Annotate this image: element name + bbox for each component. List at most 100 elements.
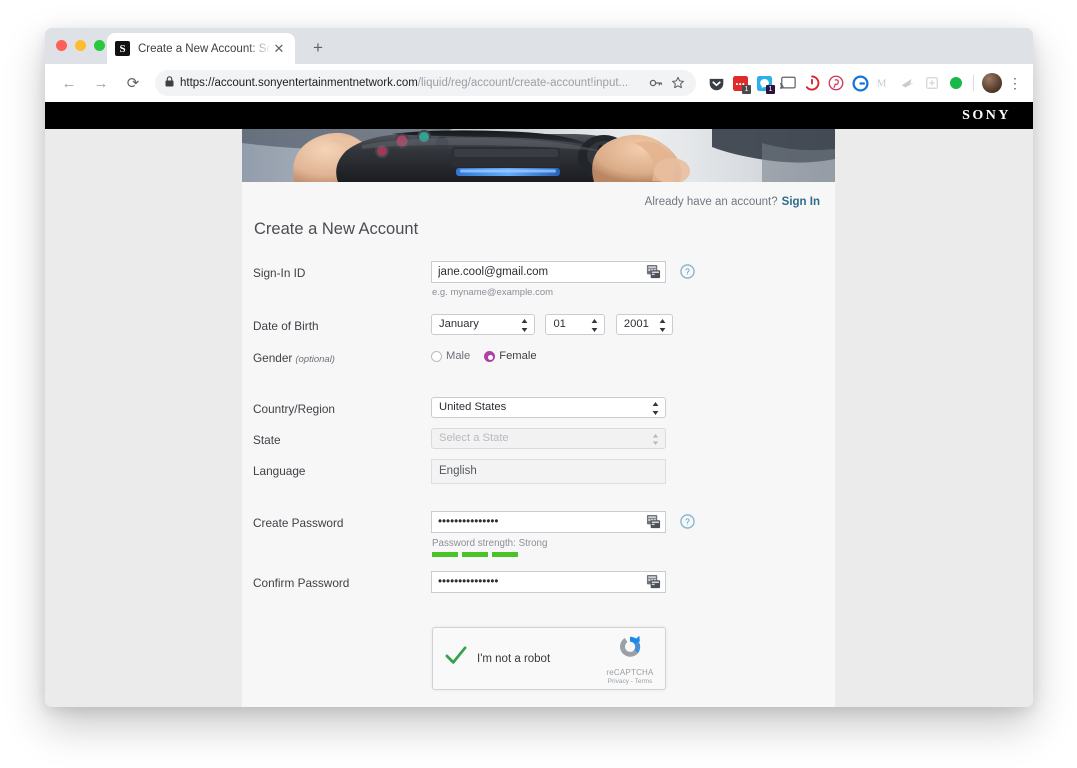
signin-prompt: Already have an account? Sign In [253, 182, 824, 208]
password-strength-text: Password strength: Strong [432, 538, 548, 549]
recaptcha-brand: reCAPTCHA Privacy - Terms [599, 633, 665, 685]
strength-bar [432, 552, 458, 557]
adblock-badge: 1 [742, 85, 751, 94]
gender-female-label: Female [499, 350, 537, 362]
close-tab-icon[interactable]: ✕ [271, 41, 287, 57]
recaptcha-terms-text[interactable]: Privacy - Terms [599, 678, 661, 685]
maximize-window-button[interactable] [94, 40, 105, 51]
password-manager-icon[interactable] [646, 574, 662, 590]
browser-tab[interactable]: S Create a New Account: Sony E ✕ [107, 33, 295, 64]
toolbar-divider [973, 75, 974, 91]
signin-id-label: Sign-In ID [253, 266, 306, 280]
state-placeholder: Select a State [439, 432, 509, 444]
confirm-password-input[interactable] [431, 571, 666, 593]
tab-title: Create a New Account: Sony E [138, 42, 271, 55]
state-select[interactable]: Select a State [431, 428, 666, 449]
create-password-label: Create Password [253, 516, 344, 530]
medium-icon[interactable]: M [873, 70, 895, 96]
url-text: https://account.sonyentertainmentnetwork… [180, 77, 629, 89]
site-header: SONY [45, 102, 1033, 129]
chevron-updown-icon [652, 402, 659, 415]
registration-form: Already have an account? Sign In Create a… [242, 182, 835, 707]
address-bar[interactable]: https://account.sonyentertainmentnetwork… [155, 70, 696, 96]
svg-text:?: ? [686, 517, 691, 527]
pinterest-icon[interactable] [825, 70, 847, 96]
onenote-icon[interactable] [921, 70, 943, 96]
recaptcha-widget[interactable]: I'm not a robot reCAPTCHA Privacy - Term… [432, 627, 666, 690]
create-password-input-wrap [431, 511, 666, 533]
window-traffic-lights [56, 40, 105, 51]
browser-menu-icon[interactable]: ⋮ [1005, 75, 1025, 92]
help-icon-create-password[interactable]: ? [680, 514, 696, 529]
field-row-state: State Select a State [253, 428, 824, 449]
gender-radio-group: Male Female [431, 346, 824, 362]
minimize-window-button[interactable] [75, 40, 86, 51]
signin-id-hint: e.g. myname@example.com [432, 287, 554, 298]
signin-id-input-wrap [431, 261, 666, 283]
avatar[interactable] [982, 73, 1002, 93]
sign-in-link[interactable]: Sign In [782, 196, 820, 208]
grammarly-icon[interactable] [849, 70, 871, 96]
recaptcha-checkmark-icon[interactable] [445, 646, 467, 671]
dob-day-select[interactable]: 01 [545, 314, 606, 335]
field-row-create-password: Create Password ••••••••••••••• ? Passwo… [253, 511, 824, 557]
gender-option-female[interactable]: Female [484, 350, 537, 362]
help-icon-signin-id[interactable]: ? [680, 264, 696, 279]
messenger-icon[interactable]: 1 [753, 70, 775, 96]
password-key-icon[interactable] [646, 73, 666, 93]
new-tab-icon[interactable]: + [307, 37, 329, 59]
field-row-country: Country/Region United States [253, 397, 824, 418]
status-dot-icon[interactable] [945, 70, 967, 96]
back-arrow-icon[interactable]: ← [56, 70, 82, 96]
bookmark-star-icon[interactable] [668, 73, 688, 93]
gender-option-male[interactable]: Male [431, 350, 470, 362]
reload-icon[interactable]: ⟳ [120, 70, 146, 96]
gender-label-text: Gender [253, 351, 293, 365]
pocket-icon[interactable] [705, 70, 727, 96]
field-row-confirm-password: Confirm Password [253, 571, 824, 593]
already-have-account-text: Already have an account? [644, 196, 778, 208]
gender-optional-text: (optional) [295, 354, 335, 365]
ghostery-icon[interactable] [801, 70, 823, 96]
password-strength-meter [432, 552, 824, 557]
field-row-gender: Gender (optional) Male Female [253, 346, 824, 365]
radio-female-icon[interactable] [484, 350, 496, 362]
gender-label: Gender (optional) [253, 346, 431, 365]
field-row-signin-id: Sign-In ID jane.cool@gmail.com ? e.g. my… [253, 261, 824, 298]
chevron-updown-icon [592, 319, 598, 332]
page-viewport: SONY Already have an account? Sign In Cr… [45, 102, 1033, 707]
confirm-password-input-wrap [431, 571, 666, 593]
lock-icon [165, 74, 174, 92]
country-label: Country/Region [253, 402, 335, 416]
content-card: Already have an account? Sign In Create a… [242, 129, 835, 707]
strength-bar [492, 552, 518, 557]
recaptcha-brand-name: reCAPTCHA [606, 667, 654, 677]
chevron-updown-icon [659, 319, 666, 332]
messenger-badge: 1 [766, 85, 775, 94]
create-password-input[interactable] [431, 511, 666, 533]
svg-text:M: M [877, 79, 887, 90]
tab-strip: S Create a New Account: Sony E ✕ + [45, 28, 1033, 64]
radio-male-icon[interactable] [431, 350, 442, 362]
browser-window: S Create a New Account: Sony E ✕ + ← → ⟳… [45, 28, 1033, 707]
password-manager-icon[interactable] [646, 264, 662, 280]
dob-year-select[interactable]: 2001 [615, 314, 673, 335]
sony-logo[interactable]: SONY [962, 108, 1011, 124]
recaptcha-label: I'm not a robot [477, 652, 551, 665]
browser-toolbar: ← → ⟳ https://account.sonyentertainmentn… [45, 64, 1033, 102]
forward-arrow-icon[interactable]: → [88, 70, 114, 96]
country-select[interactable]: United States [431, 397, 666, 418]
evernote-icon[interactable] [897, 70, 919, 96]
favicon-sony-icon: S [115, 41, 130, 56]
dob-month-select[interactable]: January [431, 314, 535, 335]
password-manager-icon[interactable] [646, 514, 662, 530]
language-label: Language [253, 464, 306, 478]
field-row-recaptcha: I'm not a robot reCAPTCHA Privacy - Term… [253, 627, 824, 690]
recaptcha-logo-icon [620, 635, 641, 657]
close-window-button[interactable] [56, 40, 67, 51]
dob-month-value: January [439, 318, 479, 330]
field-row-date-of-birth: Date of Birth January 01 2001 [253, 314, 824, 335]
signin-id-input[interactable] [431, 261, 666, 283]
cast-icon[interactable] [777, 70, 799, 96]
adblock-icon[interactable]: 1 [729, 70, 751, 96]
